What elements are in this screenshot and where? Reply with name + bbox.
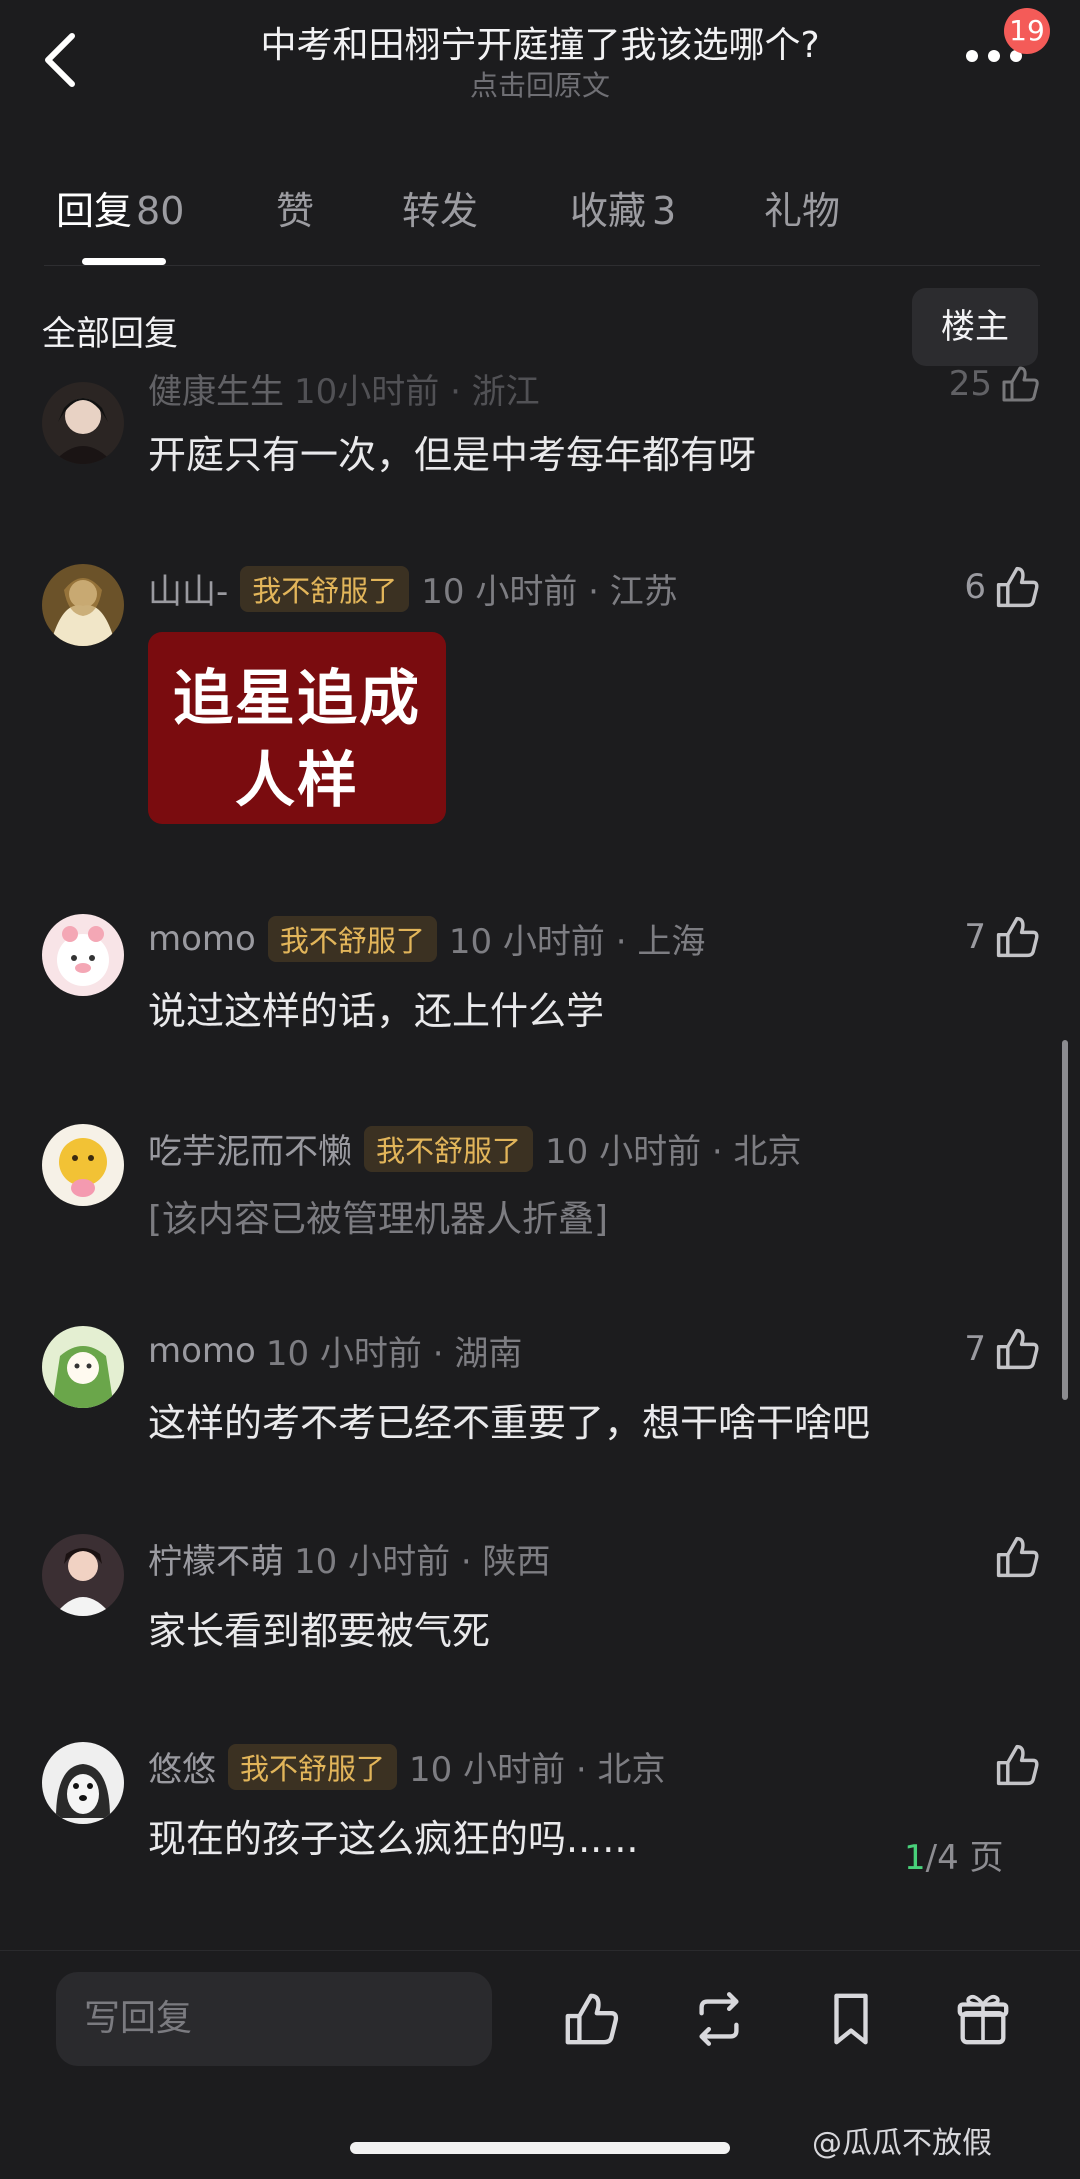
- timestamp-location: 10小时前 · 浙江: [294, 372, 540, 412]
- status-tag: 我不舒服了: [364, 1125, 534, 1172]
- current-page: 1: [904, 1838, 926, 1878]
- tab-label: 赞: [276, 189, 315, 233]
- tab-replies[interactable]: 回复 80: [56, 180, 184, 235]
- divider: [0, 1950, 1080, 1951]
- avatar[interactable]: [42, 914, 124, 996]
- avatar[interactable]: [42, 1124, 124, 1206]
- username[interactable]: 悠悠: [148, 1742, 216, 1791]
- avatar[interactable]: [42, 1534, 124, 1616]
- like-button[interactable]: [986, 1534, 1040, 1580]
- avatar[interactable]: [42, 564, 124, 646]
- back-to-original-link[interactable]: 点击回原文: [150, 64, 930, 104]
- like-count: 7: [964, 917, 986, 957]
- tab-label: 收藏: [570, 189, 647, 233]
- thumbs-up-icon: [996, 1328, 1039, 1370]
- total-pages: /4 页: [925, 1838, 1004, 1878]
- timestamp-location: 10 小时前 · 江苏: [421, 572, 678, 612]
- username[interactable]: 山山-: [148, 564, 228, 613]
- avatar[interactable]: [42, 382, 124, 464]
- tab-label: 礼物: [764, 189, 841, 233]
- like-icon[interactable]: [562, 1990, 620, 2048]
- divider: [44, 265, 1040, 266]
- like-count: 25: [948, 364, 992, 404]
- status-tag: 我不舒服了: [267, 915, 437, 962]
- meme-image[interactable]: 追星追成 人样: [148, 632, 446, 824]
- folded-comment-notice[interactable]: [该内容已被管理机器人折叠]: [148, 1190, 608, 1242]
- like-button[interactable]: 6: [964, 564, 1040, 610]
- thumbs-up-icon: [996, 1744, 1039, 1786]
- status-tag: 我不舒服了: [228, 1743, 398, 1790]
- comment-text: 开庭只有一次，但是中考每年都有呀: [148, 433, 757, 477]
- timestamp-location: 10 小时前 · 北京: [409, 1750, 666, 1790]
- username[interactable]: 柠檬不萌: [148, 1534, 284, 1583]
- thumbs-up-icon: [996, 1536, 1039, 1578]
- username[interactable]: momo: [148, 919, 256, 959]
- comment-meta: momo 10 小时前 · 湖南: [148, 1326, 522, 1375]
- meme-caption-line: 人样: [235, 746, 359, 816]
- tab-count: 3: [652, 189, 677, 233]
- repost-icon[interactable]: [690, 1990, 748, 2048]
- timestamp-location: 10 小时前 · 陕西: [294, 1542, 551, 1582]
- gift-icon[interactable]: [954, 1990, 1012, 2048]
- tab-gifts[interactable]: 礼物: [764, 180, 840, 235]
- like-button[interactable]: 7: [964, 914, 1040, 960]
- comment-meta: 健康生生 10小时前 · 浙江: [148, 364, 540, 413]
- comment-text: 这样的考不考已经不重要了，想干啥干啥吧: [148, 1401, 871, 1445]
- like-button[interactable]: [986, 1742, 1040, 1788]
- tab-bar: 回复 80 赞 转发 收藏 3 礼物: [0, 180, 1080, 240]
- tab-label: 回复: [56, 189, 133, 233]
- like-button[interactable]: 25: [949, 364, 1040, 404]
- comment-text: 家长看到都要被气死: [148, 1609, 491, 1653]
- page-title: 中考和田栩宁开庭撞了我该选哪个?: [260, 25, 820, 66]
- all-replies-label: 全部回复: [42, 314, 178, 354]
- comment-meta: 吃芋泥而不懒 我不舒服了 10 小时前 · 北京: [148, 1124, 802, 1173]
- tab-likes[interactable]: 赞: [276, 180, 314, 235]
- bookmark-icon[interactable]: [822, 1990, 880, 2048]
- status-tag: 我不舒服了: [240, 565, 410, 612]
- active-tab-indicator: [82, 258, 166, 265]
- home-indicator[interactable]: [350, 2142, 730, 2154]
- tab-label: 转发: [402, 189, 479, 233]
- username[interactable]: momo: [148, 1331, 256, 1371]
- reply-input[interactable]: 写回复: [56, 1972, 492, 2066]
- timestamp-location: 10 小时前 · 湖南: [265, 1334, 523, 1374]
- comment-meta: 柠檬不萌 10 小时前 · 陕西: [148, 1534, 551, 1583]
- comment-meta: 山山- 我不舒服了 10 小时前 · 江苏: [148, 564, 678, 613]
- scrollbar[interactable]: [1062, 1040, 1068, 1400]
- watermark: @瓜瓜不放假: [812, 2126, 992, 2161]
- comment-text: 说过这样的话，还上什么学: [148, 989, 605, 1033]
- tab-count: 80: [136, 189, 185, 233]
- like-count: 6: [964, 567, 986, 607]
- comment-text: 现在的孩子这么疯狂的吗......: [148, 1817, 639, 1861]
- tab-favorites[interactable]: 收藏 3: [570, 180, 676, 235]
- comment-meta: 悠悠 我不舒服了 10 小时前 · 北京: [148, 1742, 666, 1791]
- page-indicator[interactable]: 1/4 页: [904, 1830, 1004, 1879]
- thumbs-up-icon: [1002, 366, 1039, 402]
- notification-badge: 19: [1004, 8, 1050, 54]
- thumbs-up-icon: [996, 566, 1039, 608]
- op-only-button[interactable]: 楼主: [912, 288, 1038, 366]
- like-button[interactable]: 7: [964, 1326, 1040, 1372]
- avatar[interactable]: [42, 1326, 124, 1408]
- timestamp-location: 10 小时前 · 北京: [545, 1132, 802, 1172]
- thumbs-up-icon: [996, 916, 1039, 958]
- tab-reposts[interactable]: 转发: [402, 180, 478, 235]
- like-count: 7: [964, 1329, 986, 1369]
- meme-caption-line: 追星追成: [173, 664, 421, 734]
- comment-meta: momo 我不舒服了 10 小时前 · 上海: [148, 914, 705, 963]
- username[interactable]: 吃芋泥而不懒: [148, 1124, 352, 1173]
- timestamp-location: 10 小时前 · 上海: [448, 922, 706, 962]
- username[interactable]: 健康生生: [148, 364, 284, 413]
- back-icon[interactable]: [38, 30, 84, 90]
- avatar[interactable]: [42, 1742, 124, 1824]
